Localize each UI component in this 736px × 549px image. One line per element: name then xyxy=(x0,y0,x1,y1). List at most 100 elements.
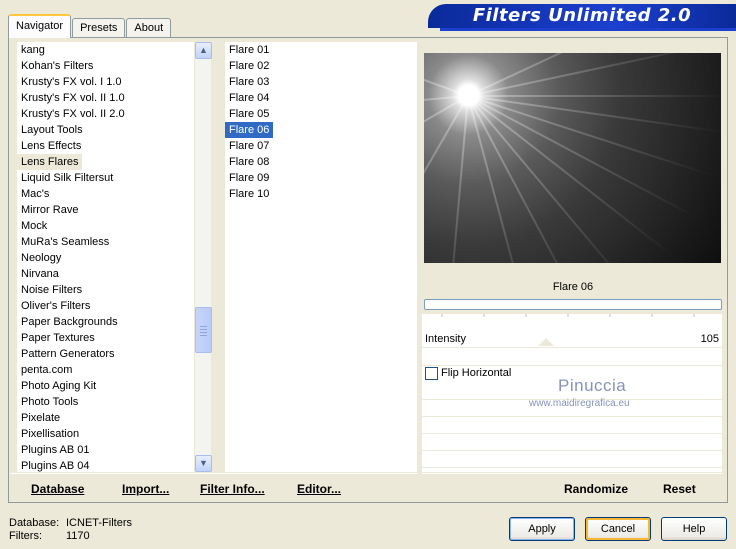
category-scrollbar[interactable]: ▲ ▼ xyxy=(194,42,212,472)
filter-item[interactable]: Flare 02 xyxy=(225,58,269,74)
filters-value: 1170 xyxy=(66,530,90,542)
category-item[interactable]: Lens Flares xyxy=(17,154,83,170)
category-item-row: Liquid Silk Filtersut xyxy=(17,170,194,186)
category-item-row: Neology xyxy=(17,250,194,266)
filter-item[interactable]: Flare 10 xyxy=(225,186,269,202)
tab-presets[interactable]: Presets xyxy=(72,18,126,38)
editor-button[interactable]: Editor... xyxy=(297,482,341,496)
category-item[interactable]: Photo Aging Kit xyxy=(17,378,96,394)
category-item[interactable]: Pixelate xyxy=(17,410,60,426)
category-item[interactable]: Pixellisation xyxy=(17,426,79,442)
filter-item[interactable]: Flare 05 xyxy=(225,106,269,122)
filter-item-row: Flare 05 xyxy=(225,106,417,122)
category-item-row: Paper Textures xyxy=(17,330,194,346)
cancel-button[interactable]: Cancel xyxy=(585,517,651,541)
settings-row-empty xyxy=(422,451,722,468)
reset-button[interactable]: Reset xyxy=(663,482,696,496)
scroll-thumb[interactable] xyxy=(195,307,212,353)
tab-strip: Navigator Presets About xyxy=(8,14,172,38)
category-item-row: Plugins AB 01 xyxy=(17,442,194,458)
category-item-row: Nirvana xyxy=(17,266,194,282)
scroll-up-button[interactable]: ▲ xyxy=(195,42,212,59)
filter-info-button[interactable]: Filter Info... xyxy=(200,482,265,496)
apply-button[interactable]: Apply xyxy=(509,517,575,541)
filter-list[interactable]: Flare 01 Flare 02 Flare 03 Flare 04 Flare 05… xyxy=(225,42,417,472)
tab-about[interactable]: About xyxy=(126,18,172,38)
intensity-row[interactable]: Intensity 105 xyxy=(422,331,722,348)
flare-ray xyxy=(467,53,705,97)
watermark-url: www.maidiregrafica.eu xyxy=(529,398,630,409)
settings-row-empty xyxy=(422,417,722,434)
randomize-button[interactable]: Randomize xyxy=(564,482,628,496)
category-item[interactable]: Noise Filters xyxy=(17,282,82,298)
help-button[interactable]: Help xyxy=(661,517,727,541)
category-item-row: Plugins AB 04 xyxy=(17,458,194,472)
category-item[interactable]: Pattern Generators xyxy=(17,346,115,362)
category-item-row: Kohan's Filters xyxy=(17,58,194,74)
category-item[interactable]: Krusty's FX vol. II 1.0 xyxy=(17,90,125,106)
category-item[interactable]: Kohan's Filters xyxy=(17,58,93,74)
filters-key: Filters: xyxy=(9,530,42,542)
category-item-row: Mock xyxy=(17,218,194,234)
filter-item[interactable]: Flare 01 xyxy=(225,42,269,58)
filter-item[interactable]: Flare 04 xyxy=(225,90,269,106)
category-item-row: Krusty's FX vol. II 1.0 xyxy=(17,90,194,106)
database-key: Database: xyxy=(9,517,60,529)
category-item[interactable]: Neology xyxy=(17,250,61,266)
filter-item[interactable]: Flare 08 xyxy=(225,154,269,170)
category-item[interactable]: kang xyxy=(17,42,45,58)
filter-item-row: Flare 01 xyxy=(225,42,417,58)
filter-item-row: Flare 02 xyxy=(225,58,417,74)
import-button[interactable]: Import... xyxy=(122,482,169,496)
category-item[interactable]: Oliver's Filters xyxy=(17,298,90,314)
category-item[interactable]: Krusty's FX vol. II 2.0 xyxy=(17,106,125,122)
filter-item-row: Flare 07 xyxy=(225,138,417,154)
category-item-row: MuRa's Seamless xyxy=(17,234,194,250)
filter-item[interactable]: Flare 03 xyxy=(225,74,269,90)
category-item-row: Mac's xyxy=(17,186,194,202)
category-item[interactable]: Paper Textures xyxy=(17,330,95,346)
watermark-name: Pinuccia xyxy=(558,376,627,395)
filter-item[interactable]: Flare 06 xyxy=(225,122,274,138)
category-item-row: Noise Filters xyxy=(17,282,194,298)
flare-ray xyxy=(424,53,469,97)
progress-bar xyxy=(424,299,722,310)
category-item[interactable]: Mock xyxy=(17,218,47,234)
database-value: ICNET-Filters xyxy=(66,517,132,529)
category-item-row: Layout Tools xyxy=(17,122,194,138)
category-item[interactable]: Krusty's FX vol. I 1.0 xyxy=(17,74,122,90)
scroll-down-button[interactable]: ▼ xyxy=(195,455,212,472)
category-list[interactable]: kang Kohan's Filters Krusty's FX vol. I 1.… xyxy=(17,42,194,472)
category-item-row: penta.com xyxy=(17,362,194,378)
category-item[interactable]: Paper Backgrounds xyxy=(17,314,118,330)
filter-item-row: Flare 08 xyxy=(225,154,417,170)
category-item[interactable]: Plugins AB 01 xyxy=(17,442,90,458)
flare-ray xyxy=(467,95,636,263)
category-item-row: Oliver's Filters xyxy=(17,298,194,314)
category-item-row: Pixelate xyxy=(17,410,194,426)
intensity-value: 105 xyxy=(700,333,719,345)
preview-image xyxy=(424,53,721,263)
category-item[interactable]: Mac's xyxy=(17,186,49,202)
category-item-row: Krusty's FX vol. I 1.0 xyxy=(17,74,194,90)
category-item[interactable]: Mirror Rave xyxy=(17,202,78,218)
category-item[interactable]: penta.com xyxy=(17,362,72,378)
flip-horizontal-checkbox[interactable] xyxy=(425,367,438,380)
intensity-slider-handle[interactable] xyxy=(538,338,554,346)
category-item-row: Lens Flares xyxy=(17,154,194,170)
category-item[interactable]: Photo Tools xyxy=(17,394,78,410)
tab-navigator[interactable]: Navigator xyxy=(8,14,72,38)
status-info: Database: ICNET-Filters Filters: 1170 xyxy=(9,517,132,543)
category-item[interactable]: Nirvana xyxy=(17,266,59,282)
filter-item[interactable]: Flare 07 xyxy=(225,138,269,154)
category-item[interactable]: Plugins AB 04 xyxy=(17,458,90,472)
filter-item[interactable]: Flare 09 xyxy=(225,170,269,186)
filter-item-row: Flare 10 xyxy=(225,186,417,202)
filter-item-row: Flare 06 xyxy=(225,122,417,138)
flare-ray xyxy=(467,53,721,97)
database-button[interactable]: Database xyxy=(31,482,84,496)
category-item[interactable]: MuRa's Seamless xyxy=(17,234,109,250)
category-item[interactable]: Lens Effects xyxy=(17,138,81,154)
category-item[interactable]: Layout Tools xyxy=(17,122,83,138)
category-item[interactable]: Liquid Silk Filtersut xyxy=(17,170,113,186)
